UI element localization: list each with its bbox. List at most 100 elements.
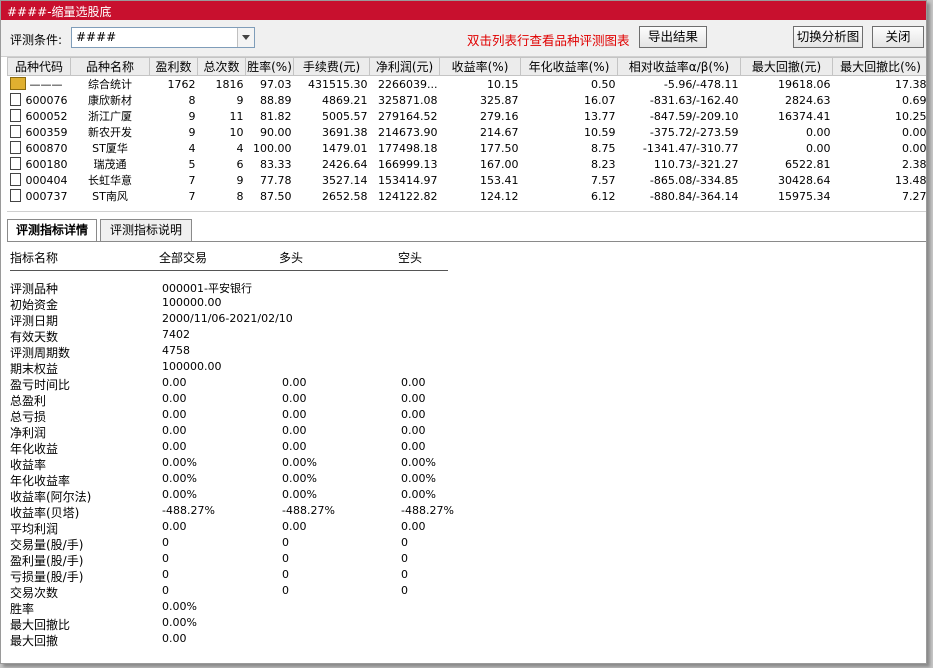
stock-code: 600359 [25,126,68,139]
table-cell: 30428.64 [778,173,831,187]
document-icon [9,189,21,202]
col-header[interactable]: 胜率(%) [245,57,294,76]
table-cell: 177498.18 [378,141,438,155]
table-cell: -865.08/-334.85 [649,173,739,187]
table-cell: 11 [229,109,244,123]
table-cell: 4869.21 [322,93,368,107]
table-cell: 9 [188,109,196,123]
document-icon [9,93,21,106]
tab-indicator-description[interactable]: 评测指标说明 [100,219,192,241]
document-icon [9,125,21,138]
condition-value: #### [76,30,117,44]
stock-code: ——— [29,78,63,91]
document-icon [9,157,21,170]
col-header[interactable]: 收益率(%) [439,57,521,76]
indicator-name: 总亏损 [10,410,47,424]
col-header[interactable]: 品种名称 [70,57,150,76]
col-header[interactable]: 手续费(元) [293,57,370,76]
indicator-value: 0.00 [162,376,187,389]
table-cell: 153414.97 [378,173,438,187]
stock-code-cell: 600870 [8,140,71,156]
col-header[interactable]: 最大回撤(元) [740,57,833,76]
indicator-value: 0 [401,568,408,581]
table-cell: 8.75 [591,141,616,155]
indicator-name: 年化收益率 [10,474,71,488]
stock-code-cell: 000737 [8,188,71,204]
stock-code: 600180 [25,158,68,171]
table-cell: 9 [236,93,244,107]
indicator-value: 0.00 [162,392,187,405]
table-cell: 2426.64 [322,157,368,171]
table-cell: 87.50 [260,189,292,203]
table-cell: -880.84/-364.14 [649,189,739,203]
detail-header-line [10,270,448,271]
detail-panel: 指标名称 全部交易 多头 空头 评测品种 000001-平安银行 初始资金 10000… [7,242,926,662]
col-header[interactable]: 盈利数 [149,57,198,76]
table-row[interactable]: ——— 综合统计 1762 1816 97.03 431515.30 2266039... 1… [8,76,926,93]
indicator-value: 0.00 [282,520,307,533]
table-cell: -375.72/-273.59 [649,125,739,139]
stock-name-cell: 康欣新材 [88,94,132,107]
table-cell: 0.69 [902,93,927,107]
document-icon [9,141,21,154]
stock-code-cell: 600052 [8,108,71,124]
table-cell: 325.87 [480,93,519,107]
col-header[interactable]: 年化收益率(%) [520,57,618,76]
switch-chart-button[interactable]: 切换分析图 [793,26,863,48]
col-header[interactable]: 相对收益率α/β(%) [617,57,741,76]
table-row[interactable]: 000404 长虹华意 7 9 77.78 3527.14 153414.97 153.41 7… [8,172,927,188]
results-grid[interactable]: 品种代码 品种名称 盈利数 总次数 胜率(%) 手续费(元) 净利润(元) 收益… [7,57,926,212]
indicator-value: 0.00 [282,392,307,405]
indicator-name: 期末权益 [10,362,59,376]
table-row[interactable]: 600052 浙江广厦 9 11 81.82 5005.57 279164.52 279.16… [8,108,927,124]
table-cell: 77.78 [260,173,292,187]
table-cell: 0.00 [806,125,831,139]
col-header[interactable]: 品种代码 [7,57,71,76]
detail-row: 评测周期数 4758 [10,344,190,360]
indicator-value: 100000.00 [162,360,222,373]
indicator-value: 0 [401,536,408,549]
detail-row: 净利润 0.00 0.00 0.00 [10,424,426,440]
close-button[interactable]: 关闭 [872,26,924,48]
detail-row: 年化收益率 0.00% 0.00% 0.00% [10,472,436,488]
indicator-name: 平均利润 [10,522,59,536]
detail-row: 亏损量(股/手) 0 0 0 [10,568,408,584]
table-cell: 325871.08 [378,93,438,107]
table-cell: 10.25 [895,109,927,123]
title-bar[interactable]: ####-缩量选股底 [1,1,926,20]
stock-code: 000404 [25,174,68,187]
detail-row: 总亏损 0.00 0.00 0.00 [10,408,426,424]
hint-text: 双击列表行查看品种评测图表 [467,33,630,48]
table-cell: 15975.34 [778,189,831,203]
col-header[interactable]: 净利润(元) [369,57,440,76]
table-cell: 88.89 [260,93,292,107]
table-row[interactable]: 600870 ST厦华 4 4 100.00 1479.01 177498.18 177.50… [8,140,926,156]
table-cell: 153.41 [480,173,519,187]
table-row[interactable]: 600359 新农开发 9 10 90.00 3691.38 214673.90 214.67… [8,124,926,140]
tab-indicator-details[interactable]: 评测指标详情 [7,219,97,242]
detail-row: 有效天数 7402 [10,328,190,344]
indicator-value: 0.00 [162,440,187,453]
table-row[interactable]: 600180 瑞茂通 5 6 83.33 2426.64 166999.13 167.00 8.… [8,156,926,172]
table-row[interactable]: 000737 ST南风 7 8 87.50 2652.58 124122.82 124.12 6… [8,188,926,204]
indicator-name: 交易量(股/手) [10,538,84,552]
table-cell: 8 [188,93,196,107]
stock-name-cell: 长虹华意 [88,174,132,187]
table-cell: 8 [236,189,244,203]
detail-row: 最大回撤比 0.00% [10,616,197,632]
indicator-name: 初始资金 [10,298,59,312]
dropdown-button[interactable] [237,28,254,47]
table-row[interactable]: 600076 康欣新材 8 9 88.89 4869.21 325871.08 325.87 1… [8,92,927,108]
export-button[interactable]: 导出结果 [639,26,707,48]
col-header[interactable]: 最大回撤比(%) [832,57,926,76]
table-cell: 166999.13 [378,157,438,171]
table-cell: 110.73/-321.27 [653,157,739,171]
indicator-value: 0 [162,568,169,581]
chevron-down-icon [242,35,250,40]
col-header[interactable]: 总次数 [197,57,246,76]
indicator-value: 0 [162,584,169,597]
table-cell: 0.00 [806,141,831,155]
indicator-value: 0 [282,536,289,549]
condition-select[interactable]: #### [71,27,255,48]
table-cell: 13.48 [895,173,927,187]
